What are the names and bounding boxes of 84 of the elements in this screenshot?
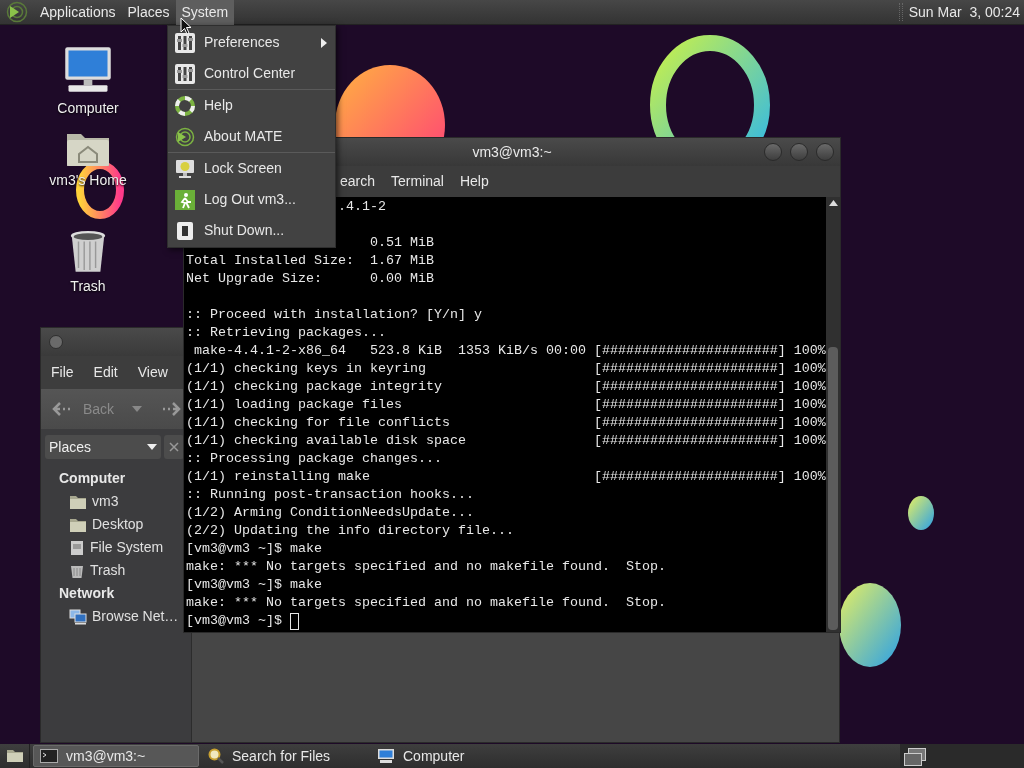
drive-icon [69,539,85,556]
menu-item[interactable]: Control Center [168,58,335,89]
exit-icon [175,189,195,210]
terminal-line: (1/1) loading package files [######################] 100% [186,397,826,412]
terminal-line: (1/1) checking keys in keyring [######################] 100% [186,361,826,376]
taskbar-button[interactable]: vm3@vm3:~ [33,745,199,767]
sidebar-item[interactable]: Desktop [92,514,144,535]
control-panel-icon [175,63,195,84]
menu-item[interactable]: Terminal [391,171,444,192]
panel-menu[interactable]: System [175,0,235,25]
places-dropdown[interactable]: Places [45,435,161,459]
terminal-line: make: *** No targets specified and no makefile found. Stop. [186,559,666,574]
lock-screen-icon [175,158,195,179]
close-sidebar-button[interactable] [164,435,184,459]
caret-icon [147,444,157,450]
menu-item[interactable]: Log Out vm3... [168,184,335,215]
taskbar-button[interactable]: Search for Files [202,745,368,767]
taskbar-button[interactable]: Computer [371,745,537,767]
menu-item[interactable]: File [51,362,74,383]
window-thumbnail [904,753,922,766]
folder-icon [69,516,87,533]
sidebar-heading: Computer [59,469,127,488]
terminal-line: [vm3@vm3 ~]$ make [186,577,322,592]
terminal-line: make-4.4.1-2-x86_64 523.8 KiB 1353 KiB/s 00:00 [######################] 100% [194,343,826,358]
caret-icon[interactable] [132,406,143,412]
clock[interactable]: Sun Mar 3, 00:24 [908,1,1020,23]
terminal-line: (2/2) Updating the info directory file... [186,523,514,538]
sidebar-item[interactable]: Browse Net… [92,606,179,627]
terminal-line: :: Processing package changes... [186,451,442,466]
search-icon [208,748,224,764]
terminal-line: Net Upgrade Size: 0.00 MiB [186,271,434,286]
forward-arrow-icon[interactable] [160,401,183,417]
workspace-switcher[interactable] [900,744,1024,768]
menu-item[interactable]: View [137,362,168,383]
menu-item[interactable]: Lock Screen [168,153,335,184]
terminal-prompt: [vm3@vm3 ~]$ [186,612,282,630]
terminal-icon [40,749,58,763]
window-menu-button[interactable] [49,335,63,349]
menu-item[interactable]: About MATE [168,121,335,152]
sidebar-item[interactable]: Trash [90,560,126,581]
terminal-line: (1/1) reinstalling make [######################] 100% [186,469,826,484]
window-control-button[interactable] [790,143,808,161]
control-panel-icon [175,32,195,53]
menu-item[interactable]: Edit [93,362,118,383]
computer-icon [377,748,395,764]
scrollbar[interactable] [826,197,840,632]
terminal-line: 0.51 MiB [369,235,434,250]
menu-item[interactable]: Shut Down... [168,215,335,246]
close-icon [169,442,179,452]
terminal-line: make: *** No targets specified and no makefile found. Stop. [186,595,666,610]
folder-icon [69,493,87,510]
window-title: vm3@vm3:~ [472,142,552,162]
panel-menu[interactable]: Places [121,0,176,25]
mate-logo-icon [175,126,195,147]
terminal-line: .4.1-2 [337,199,386,214]
scroll-up-icon[interactable] [828,200,838,206]
desktop-icon [5,749,24,763]
mate-logo-icon[interactable] [6,1,28,23]
terminal-line: (1/1) checking for file conflicts [######################] 100% [186,415,826,430]
lifebuoy-icon [175,95,195,116]
terminal-line: (1/1) checking package integrity [######################] 100% [186,379,826,394]
menu-item[interactable]: Help [459,171,489,192]
desktop-icon-label[interactable]: Trash [70,275,106,297]
menu-item[interactable]: Help [168,90,335,121]
trash-icon[interactable] [69,230,107,274]
back-arrow-icon[interactable] [51,401,73,417]
sidebar-item[interactable]: vm3 [92,491,119,512]
window-control-button[interactable] [816,143,834,161]
terminal-line: :: Retrieving packages... [186,325,386,340]
desktop-icon-label[interactable]: Computer [57,98,119,119]
sidebar-item[interactable]: File System [90,537,164,558]
terminal-line: :: Proceed with installation? [Y/n] y [186,307,482,322]
window-control-button[interactable] [764,143,782,161]
power-switch-icon [175,220,195,241]
terminal-line: :: Running post-transaction hooks... [186,487,474,502]
panel-grip [898,3,903,21]
terminal-line: (1/1) checking available disk space [######################] 100% [186,433,826,448]
terminal-line: (1/2) Arming ConditionNeedsUpdate... [186,505,474,520]
terminal-line: [vm3@vm3 ~]$ make [186,541,322,556]
scrollbar-thumb[interactable] [828,347,838,630]
panel-menu[interactable]: Applications [34,0,122,25]
terminal-line: Total Installed Size: 1.67 MiB [186,253,434,268]
network-icon [69,608,87,625]
menu-item[interactable]: earch [340,171,376,192]
